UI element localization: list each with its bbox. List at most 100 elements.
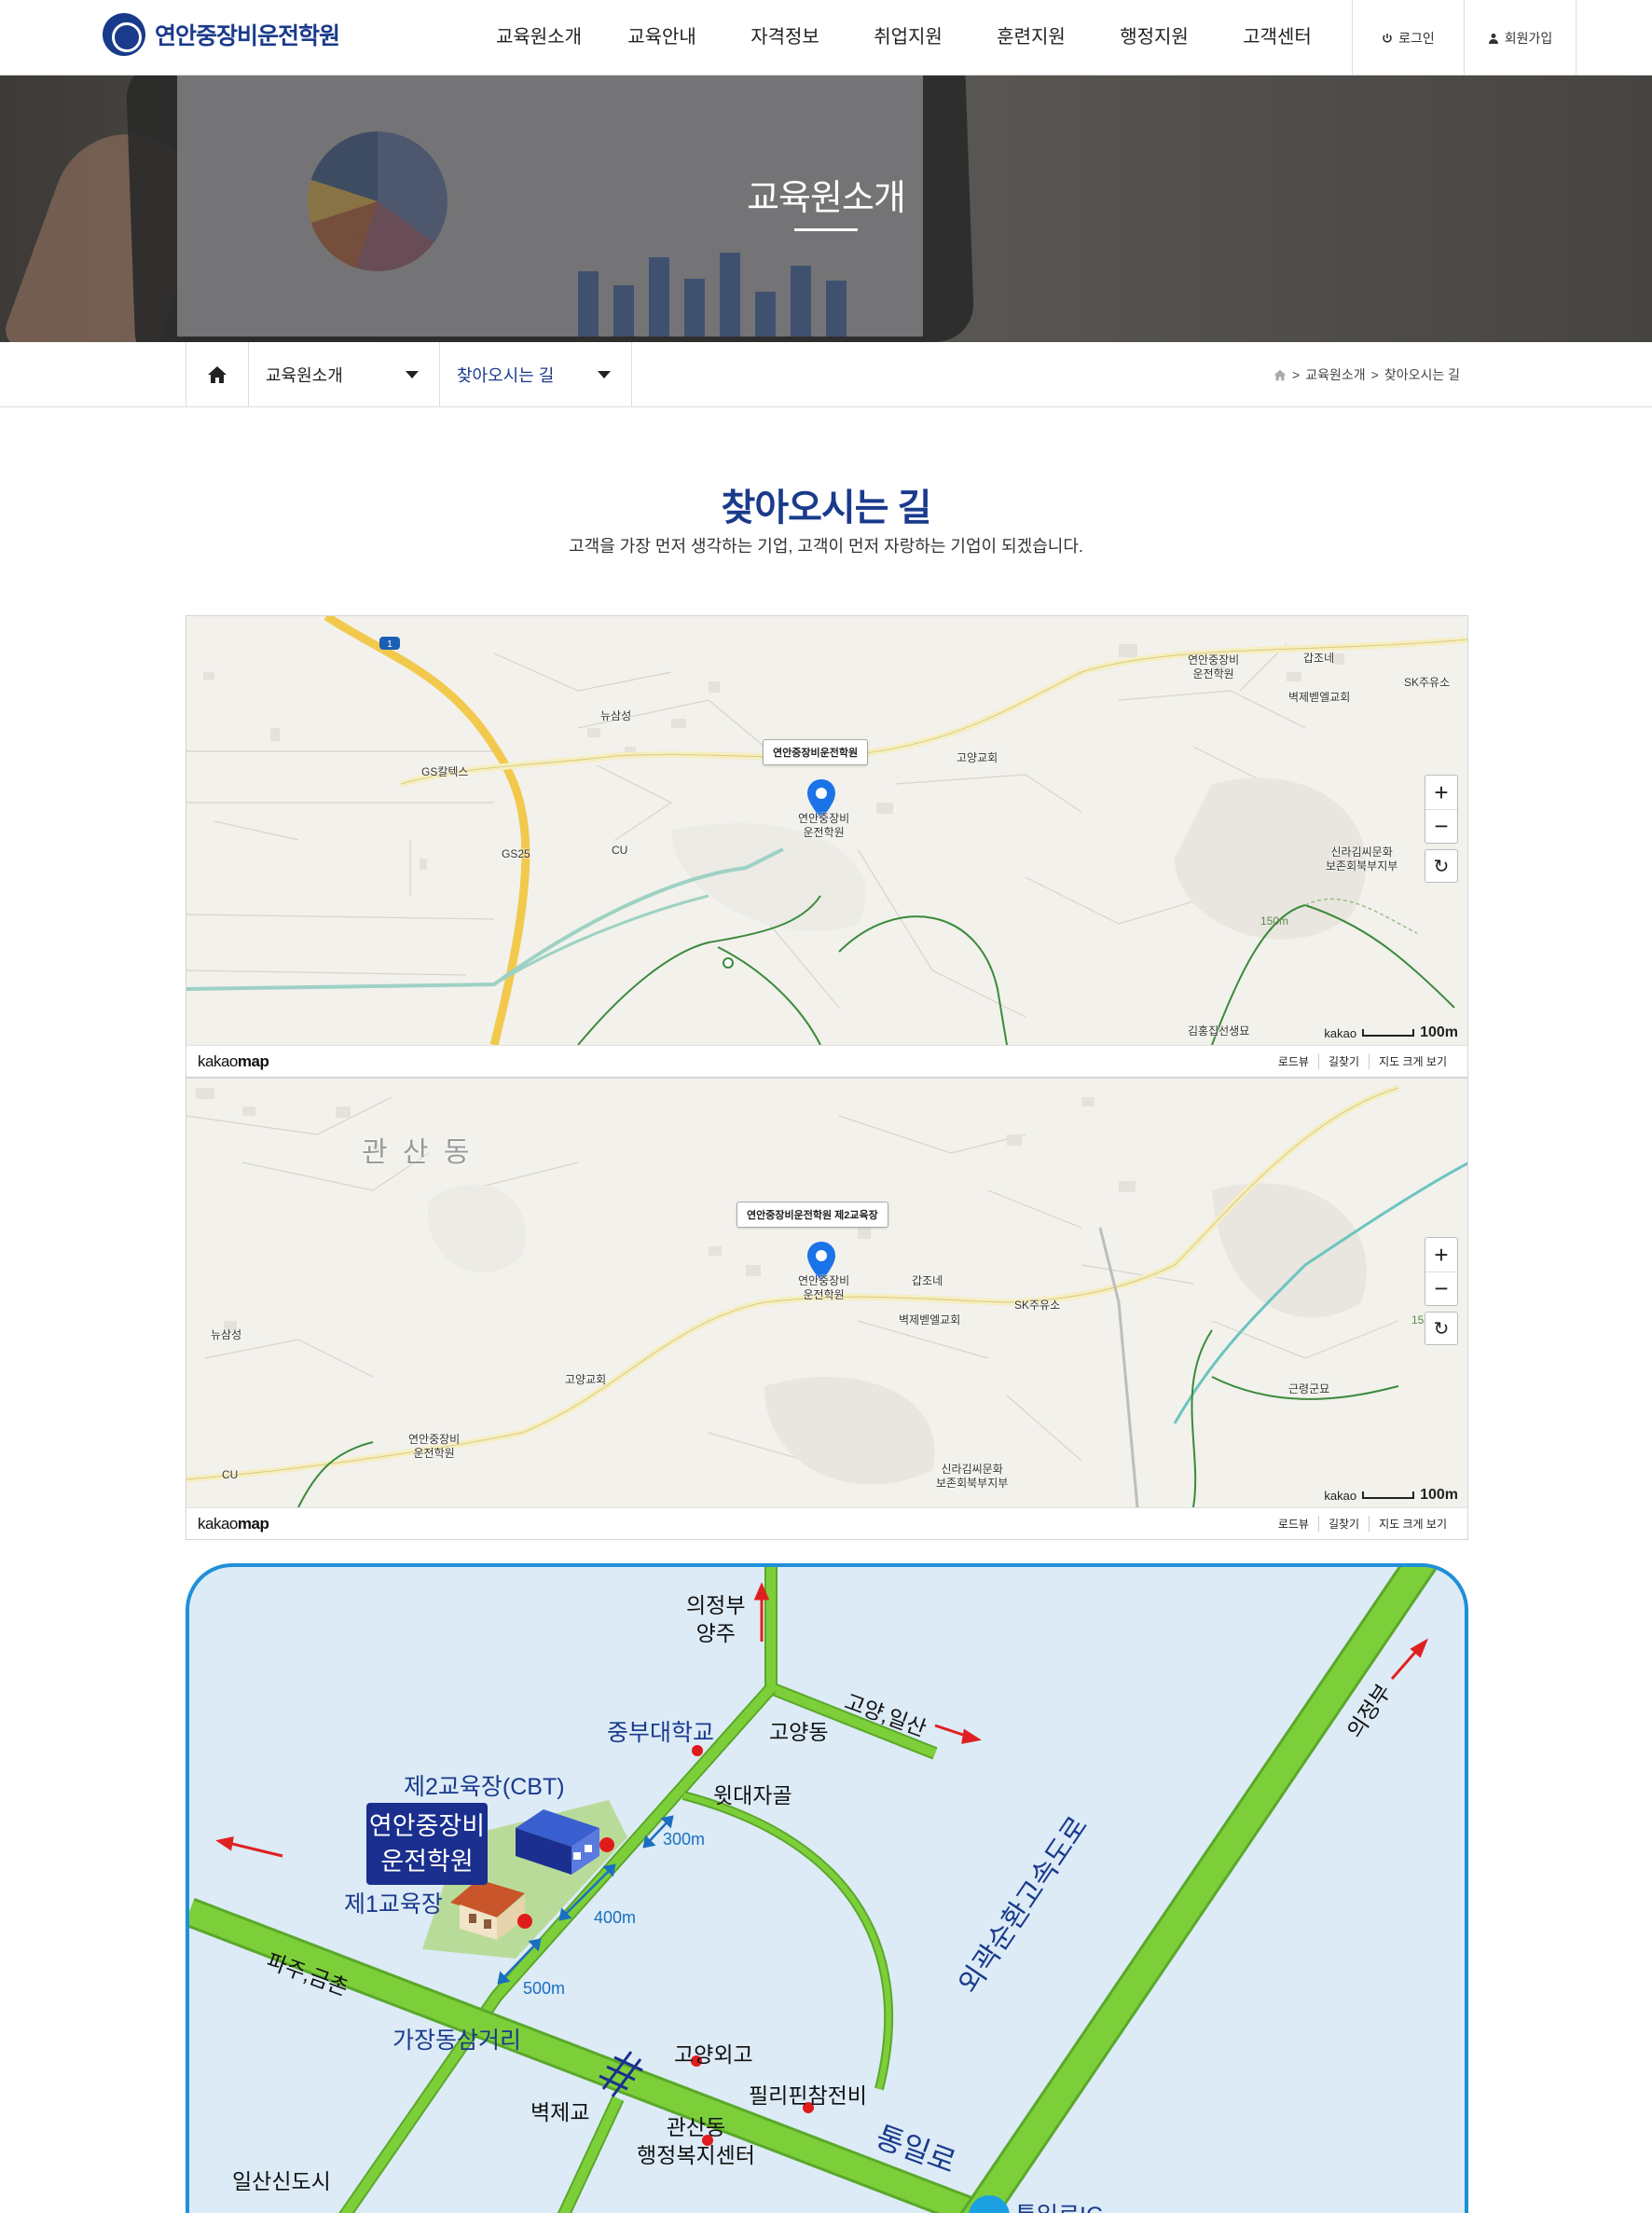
map-links: 로드뷰 길찾기 지도 크게 보기 [1269,1053,1456,1069]
label-gwansan-center: 관산동 행정복지센터 [637,2115,755,2167]
login-button[interactable]: 로그인 [1353,0,1465,76]
map-label: 뉴삼성 [211,1328,242,1341]
label-second-site: 제2교육장(CBT) [404,1774,565,1800]
roadview-link[interactable]: 로드뷰 [1269,1516,1318,1532]
join-label: 회원가입 [1504,30,1553,46]
large-map-link[interactable]: 지도 크게 보기 [1369,1516,1456,1532]
chevron-down-icon [406,371,419,378]
label-gajang-junction: 가장동삼거리 [392,2027,522,2054]
directions-illustration: 의정부 양주 고양,일산 중부대학교 고양동 윗대자골 제2교육장(CBT) 연… [186,1563,1468,2213]
label-widaejagol: 윗대자골 [713,1783,792,1808]
map-label: CU [222,1468,239,1481]
gnb-item-license[interactable]: 자격정보 [723,0,847,76]
map-label: 갑조네 [912,1274,943,1287]
chevron-down-icon [598,371,611,378]
refresh-icon: ↻ [1433,856,1450,877]
zoom-control: + − [1425,775,1458,844]
kakaomap-logo[interactable]: kakaomap [198,1052,269,1071]
roadview-link[interactable]: 로드뷰 [1269,1053,1318,1069]
label-first-site: 제1교육장 [344,1891,443,1917]
label-tongilro-ic: 통일로IC [1015,2197,1103,2213]
gnb-item-admin[interactable]: 행정지원 [1093,0,1216,76]
refresh-button[interactable]: ↻ [1425,1312,1458,1345]
site-header: 연안중장비운전학원 교육원소개 교육안내 자격정보 취업지원 훈련지원 행정지원… [0,0,1652,76]
logo-text: 연안중장비운전학원 [155,23,340,49]
label-philippine-memorial: 필리핀참전비 [749,2083,867,2108]
kakao-map-1[interactable]: 1 GS칼텍스 GS25 CU 뉴삼성 고양교회 연안중장비 운전학원 갑조네 … [186,615,1468,1078]
label-byeokjegyo: 벽제교 [530,2100,590,2124]
map-label: 갑조네 [1303,652,1335,665]
zoom-in-button[interactable]: + [1425,776,1457,809]
map-scale: kakao 100m [1324,1487,1458,1503]
directions-link[interactable]: 길찾기 [1317,1516,1369,1532]
gnb-item-training[interactable]: 훈련지원 [970,0,1093,76]
map-marker-bubble[interactable]: 연안중장비운전학원 제2교육장 [737,1202,888,1228]
label-distance-400: 400m [594,1908,637,1927]
map-label: 신라김씨문화 보존회북부지부 [936,1463,1009,1490]
breadcrumb-item[interactable]: 교육원소개 [1305,365,1365,384]
label-ilsan-newtown: 일산신도시 [232,2169,331,2193]
gnb-item-job[interactable]: 취업지원 [847,0,970,76]
global-nav: 교육원소개 교육안내 자격정보 취업지원 훈련지원 행정지원 고객센터 [477,0,1339,76]
label-distance-500: 500m [523,1979,566,1998]
refresh-icon: ↻ [1433,1318,1450,1340]
util-menu: 로그인 회원가입 [1352,0,1576,76]
home-icon [208,366,227,383]
large-map-link[interactable]: 지도 크게 보기 [1369,1053,1456,1069]
depth2-dropdown[interactable]: 찾아오시는 길 [440,342,632,407]
visual-title: 교육원소개 [747,179,906,218]
map-marker-bubble[interactable]: 연안중장비운전학원 [763,739,869,765]
zoom-control: + − [1425,1237,1458,1306]
logo-emblem-icon [103,13,145,56]
user-icon [1488,33,1498,44]
map-label: 근령군묘 [1288,1382,1330,1395]
map-pin-label: 연안중장비 운전학원 [798,1274,850,1301]
map-label: 연안중장비 운전학원 [408,1433,461,1460]
map-label: 15 [1411,1313,1425,1326]
svg-text:1: 1 [387,639,392,650]
map-label: 고양교회 [565,1373,607,1386]
zoom-in-button[interactable]: + [1425,1238,1457,1271]
login-label: 로그인 [1398,30,1435,46]
kakao-map-2[interactable]: 관 산 동 뉴삼성 고양교회 연안중장비 운전학원 갑조네 벽제벧엘교회 SK주… [186,1078,1468,1540]
map-label: 연안중장비 운전학원 [1188,653,1240,680]
sub-nav: 교육원소개 찾아오시는 길 > 교육원소개 > 찾아오시는 길 [0,342,1652,407]
depth1-dropdown[interactable]: 교육원소개 [249,342,440,407]
page-title: 찾아오시는 길 [721,488,932,529]
academy-name-box: 연안중장비 운전학원 [366,1803,488,1885]
breadcrumb-item-current[interactable]: 찾아오시는 길 [1384,365,1460,384]
map-label: SK주유소 [1014,1299,1061,1312]
refresh-button[interactable]: ↻ [1425,849,1458,883]
map-label: GS칼텍스 [421,765,469,778]
label-jungbu-univ: 중부대학교 [607,1720,715,1746]
map-label: CU [612,844,628,857]
map-label: 신라김씨문화 보존회북부지부 [1326,845,1398,873]
map-scale: kakao 100m [1324,1024,1458,1040]
home-icon [1273,369,1287,380]
depth1-label: 교육원소개 [266,366,343,385]
kakaomap-logo[interactable]: kakaomap [198,1515,269,1533]
zoom-out-button[interactable]: − [1425,1271,1457,1305]
map-label: 150m [1260,914,1289,928]
map-area-label: 관 산 동 [362,1137,474,1168]
gnb-item-intro[interactable]: 교육원소개 [477,0,600,76]
label-goyang-foreign-school: 고양외고 [674,2042,753,2067]
gnb-item-edu-info[interactable]: 교육안내 [600,0,723,76]
zoom-out-button[interactable]: − [1425,809,1457,843]
home-button[interactable] [186,342,249,407]
page-subtitle: 고객을 가장 먼저 생각하는 기업, 고객이 먼저 자랑하는 기업이 되겠습니다… [569,537,1083,556]
label-uijeongbu-yangju: 의정부 양주 [686,1593,746,1645]
join-button[interactable]: 회원가입 [1465,0,1576,76]
logo[interactable]: 연안중장비운전학원 [103,13,340,56]
directions-link[interactable]: 길찾기 [1317,1053,1369,1069]
map-pin-label: 연안중장비 운전학원 [798,812,850,839]
map-links: 로드뷰 길찾기 지도 크게 보기 [1269,1516,1456,1532]
gnb-item-support[interactable]: 고객센터 [1216,0,1339,76]
sub-visual-banner: 교육원소개 [0,76,1652,342]
map-label: 벽제벧엘교회 [1288,691,1351,704]
label-goyangdong: 고양동 [769,1720,829,1744]
map-label: 벽제벧엘교회 [899,1313,961,1326]
map-footer-bar: kakaomap 로드뷰 길찾기 지도 크게 보기 [186,1045,1467,1077]
map-label: GS25 [502,847,530,860]
map-label: 김홍집선생묘 [1188,1024,1250,1038]
